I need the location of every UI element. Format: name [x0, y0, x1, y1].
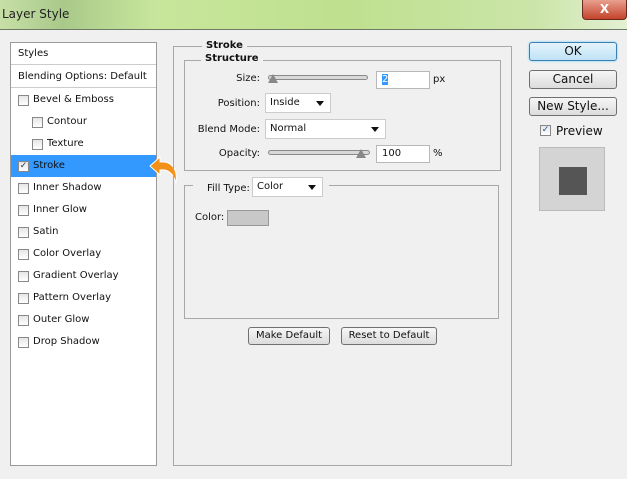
style-item-label: Pattern Overlay: [33, 292, 112, 303]
fill-type-value: Color: [257, 181, 284, 192]
checkbox-icon[interactable]: [18, 271, 29, 282]
chevron-down-icon: [308, 185, 316, 190]
style-item-inner-glow[interactable]: Inner Glow: [11, 199, 156, 221]
position-select[interactable]: Inside: [265, 93, 331, 113]
checkbox-icon[interactable]: ✓: [18, 161, 29, 172]
reset-default-button[interactable]: Reset to Default: [341, 327, 437, 345]
style-item-label: Bevel & Emboss: [33, 94, 114, 105]
opacity-label: Opacity:: [218, 148, 260, 159]
window-title: Layer Style: [2, 7, 70, 21]
make-default-button[interactable]: Make Default: [248, 327, 330, 345]
style-item-label: Inner Shadow: [33, 182, 102, 193]
styles-list: Styles Blending Options: Default Bevel &…: [10, 42, 157, 466]
color-swatch[interactable]: [227, 210, 269, 226]
blend-mode-value: Normal: [270, 123, 307, 134]
stroke-legend: Stroke: [202, 40, 247, 51]
style-item-label: Contour: [47, 116, 87, 127]
style-item-texture[interactable]: Texture: [11, 133, 156, 155]
checkbox-icon[interactable]: [18, 293, 29, 304]
style-item-label: Color Overlay: [33, 248, 102, 259]
styles-header[interactable]: Styles: [11, 43, 156, 65]
size-slider[interactable]: [268, 74, 368, 83]
chevron-down-icon: [316, 101, 324, 106]
size-input[interactable]: 2: [376, 71, 430, 89]
checkbox-icon[interactable]: [18, 227, 29, 238]
style-item-bevel-emboss[interactable]: Bevel & Emboss: [11, 89, 156, 111]
fill-group: [184, 185, 499, 319]
position-value: Inside: [270, 97, 300, 108]
checkbox-icon[interactable]: [18, 95, 29, 106]
blend-mode-select[interactable]: Normal: [265, 119, 386, 139]
size-slider-thumb[interactable]: [268, 74, 278, 83]
size-unit: px: [433, 74, 446, 85]
opacity-slider-thumb[interactable]: [356, 149, 366, 158]
checkbox-icon[interactable]: [18, 249, 29, 260]
close-button[interactable]: X: [582, 0, 627, 20]
checkbox-icon[interactable]: [18, 315, 29, 326]
style-item-inner-shadow[interactable]: Inner Shadow: [11, 177, 156, 199]
style-item-label: Gradient Overlay: [33, 270, 119, 281]
chevron-down-icon: [371, 127, 379, 132]
cancel-button[interactable]: Cancel: [529, 70, 617, 89]
preview-square: [559, 167, 587, 195]
checkbox-icon[interactable]: [18, 205, 29, 216]
style-item-label: Outer Glow: [33, 314, 90, 325]
checkbox-icon[interactable]: [18, 183, 29, 194]
ok-button[interactable]: OK: [529, 42, 617, 61]
style-item-label: Drop Shadow: [33, 336, 100, 347]
fill-type-select[interactable]: Color: [252, 177, 323, 197]
color-label: Color:: [195, 212, 225, 223]
style-item-satin[interactable]: Satin: [11, 221, 156, 243]
checkbox-icon[interactable]: [18, 337, 29, 348]
style-item-label: Inner Glow: [33, 204, 87, 215]
style-item-label: Texture: [47, 138, 84, 149]
title-bar: [0, 0, 627, 30]
size-label: Size:: [236, 73, 260, 84]
blend-mode-label: Blend Mode:: [197, 124, 260, 135]
new-style-button[interactable]: New Style...: [529, 97, 617, 116]
style-item-gradient-overlay[interactable]: Gradient Overlay: [11, 265, 156, 287]
style-item-outer-glow[interactable]: Outer Glow: [11, 309, 156, 331]
checkbox-icon[interactable]: [32, 117, 43, 128]
checkmark-icon: ✓: [540, 125, 551, 136]
style-item-color-overlay[interactable]: Color Overlay: [11, 243, 156, 265]
blending-options[interactable]: Blending Options: Default: [11, 66, 156, 88]
style-item-drop-shadow[interactable]: Drop Shadow: [11, 331, 156, 353]
opacity-unit: %: [433, 148, 443, 159]
style-item-stroke[interactable]: ✓ Stroke: [11, 155, 156, 177]
preview-label: Preview: [556, 124, 603, 138]
opacity-slider[interactable]: [268, 149, 370, 158]
structure-legend: Structure: [201, 53, 263, 64]
fill-type-label: Fill Type:: [207, 183, 250, 194]
opacity-input[interactable]: 100: [376, 145, 430, 163]
style-item-pattern-overlay[interactable]: Pattern Overlay: [11, 287, 156, 309]
style-item-label: Stroke: [33, 160, 65, 171]
checkbox-icon[interactable]: [32, 139, 43, 150]
position-label: Position:: [217, 98, 260, 109]
style-item-contour[interactable]: Contour: [11, 111, 156, 133]
style-item-label: Satin: [33, 226, 59, 237]
size-value: 2: [382, 74, 389, 85]
preview-thumbnail: [539, 147, 605, 211]
